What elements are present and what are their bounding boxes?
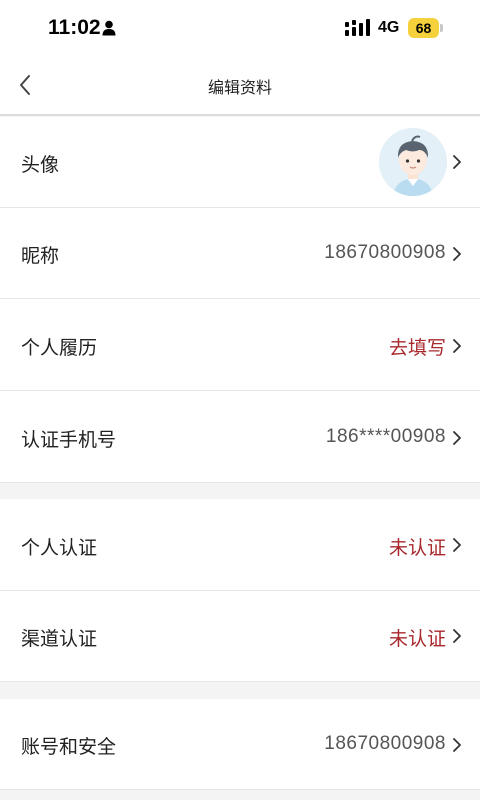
row-label: 昵称 (21, 245, 60, 267)
chevron-right-icon (453, 155, 461, 169)
row-label: 头像 (21, 154, 60, 176)
row-nickname[interactable]: 昵称 18670800908 (0, 208, 480, 299)
page-title: 编辑资料 (207, 78, 272, 97)
row-personal-verification[interactable]: 个人认证 未认证 (0, 499, 480, 591)
nav-bar: 编辑资料 (0, 58, 480, 116)
chevron-right-icon (453, 538, 461, 552)
chevron-right-icon (453, 431, 461, 445)
signal-icon (345, 19, 370, 36)
row-verified-phone[interactable]: 认证手机号 186****00908 (0, 391, 480, 483)
row-value: 18670800908 (324, 733, 446, 754)
row-account-security[interactable]: 账号和安全 18670800908 (0, 699, 480, 790)
chevron-right-icon (453, 247, 461, 261)
person-icon (102, 20, 116, 36)
row-channel-verification[interactable]: 渠道认证 未认证 (0, 591, 480, 682)
row-label: 渠道认证 (21, 628, 98, 650)
avatar[interactable] (379, 128, 447, 196)
row-value: 未认证 (388, 537, 446, 559)
row-value: 18670800908 (324, 242, 446, 263)
chevron-right-icon (453, 629, 461, 643)
status-bar: 11:02 4G 68 (0, 0, 480, 58)
battery-indicator: 68 (408, 18, 439, 38)
row-label: 账号和安全 (21, 736, 117, 758)
row-value: 未认证 (388, 628, 446, 650)
row-value: 186****00908 (325, 426, 446, 447)
network-label: 4G (378, 19, 400, 36)
chevron-right-icon (453, 738, 461, 752)
row-label: 认证手机号 (21, 429, 117, 451)
chevron-right-icon (453, 339, 461, 353)
avatar-illustration (379, 128, 447, 196)
row-label: 个人认证 (21, 537, 98, 559)
row-label: 个人履历 (21, 337, 98, 359)
status-time: 11:02 (48, 16, 101, 39)
row-resume[interactable]: 个人履历 去填写 (0, 299, 480, 391)
row-value: 去填写 (388, 337, 446, 359)
battery-tip (440, 24, 443, 32)
row-avatar[interactable]: 头像 (0, 117, 480, 208)
